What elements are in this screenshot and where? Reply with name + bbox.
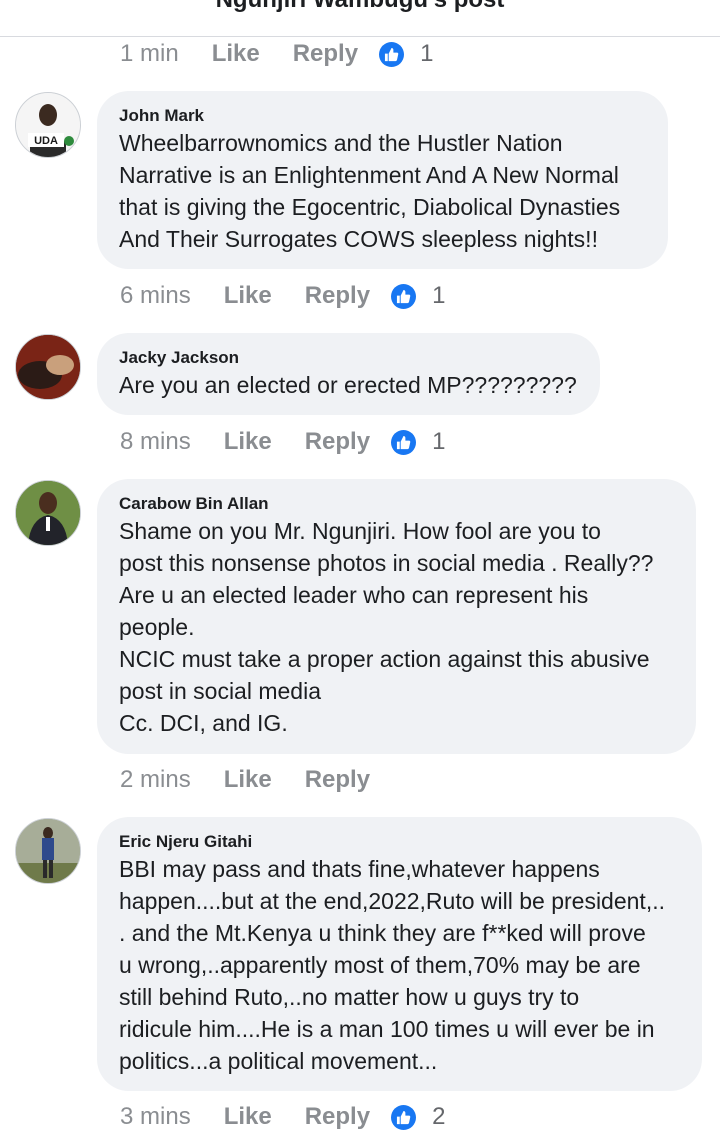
comment-meta: 2 mins Like Reply xyxy=(120,763,391,797)
like-button[interactable]: Like xyxy=(212,40,260,68)
comment-bubble: Carabow Bin Allan Shame on you Mr. Ngunj… xyxy=(97,479,696,754)
thumbs-up-icon[interactable] xyxy=(379,41,405,67)
comment-author[interactable]: John Mark xyxy=(119,105,646,127)
thumbs-up-icon[interactable] xyxy=(391,429,417,455)
thumbs-up-icon[interactable] xyxy=(391,283,417,309)
comment-text: Wheelbarrownomics and the Hustler Nation… xyxy=(119,130,621,252)
comment-author[interactable]: Carabow Bin Allan xyxy=(119,493,674,515)
like-button[interactable]: Like xyxy=(224,766,272,794)
comment-meta: 8 mins Like Reply 1 xyxy=(120,425,445,459)
avatar[interactable] xyxy=(15,480,81,546)
comment-time: 8 mins xyxy=(120,428,191,455)
comment-time: 6 mins xyxy=(120,282,191,309)
comment-text: BBI may pass and thats fine,whatever hap… xyxy=(119,856,665,1074)
comment-time: 1 min xyxy=(120,40,179,67)
reply-button[interactable]: Reply xyxy=(305,428,370,456)
comment-meta: 3 mins Like Reply 2 xyxy=(120,1100,445,1134)
comment-text: Shame on you Mr. Ngunjiri. How fool are … xyxy=(119,518,654,736)
comment-time: 2 mins xyxy=(120,766,191,793)
comment-meta: 1 min Like Reply 1 xyxy=(120,37,433,71)
reaction-count: 1 xyxy=(432,428,446,455)
comment-author[interactable]: Eric Njeru Gitahi xyxy=(119,831,680,853)
thumbs-up-icon[interactable] xyxy=(391,1104,417,1130)
comment-bubble: Eric Njeru Gitahi BBI may pass and thats… xyxy=(97,817,702,1091)
comment-bubble: John Mark Wheelbarrownomics and the Hust… xyxy=(97,91,668,269)
reaction-count: 1 xyxy=(420,40,434,67)
uda-logo-text: UDA xyxy=(34,135,58,147)
comment-meta: 6 mins Like Reply 1 xyxy=(120,279,445,313)
comment-bubble: Jacky Jackson Are you an elected or erec… xyxy=(97,333,600,415)
like-button[interactable]: Like xyxy=(224,428,272,456)
reaction-count: 1 xyxy=(432,282,446,309)
reply-button[interactable]: Reply xyxy=(305,766,370,794)
avatar[interactable] xyxy=(15,334,81,400)
like-button[interactable]: Like xyxy=(224,282,272,310)
reply-button[interactable]: Reply xyxy=(305,282,370,310)
top-bar: Ngunjiri Wambugu's post xyxy=(0,0,720,37)
avatar[interactable]: UDA xyxy=(15,92,81,158)
avatar[interactable] xyxy=(15,818,81,884)
page-title: Ngunjiri Wambugu's post xyxy=(0,0,720,14)
comment-text: Are you an elected or erected MP????????… xyxy=(119,372,577,398)
reply-button[interactable]: Reply xyxy=(293,40,358,68)
comment-author[interactable]: Jacky Jackson xyxy=(119,347,578,369)
